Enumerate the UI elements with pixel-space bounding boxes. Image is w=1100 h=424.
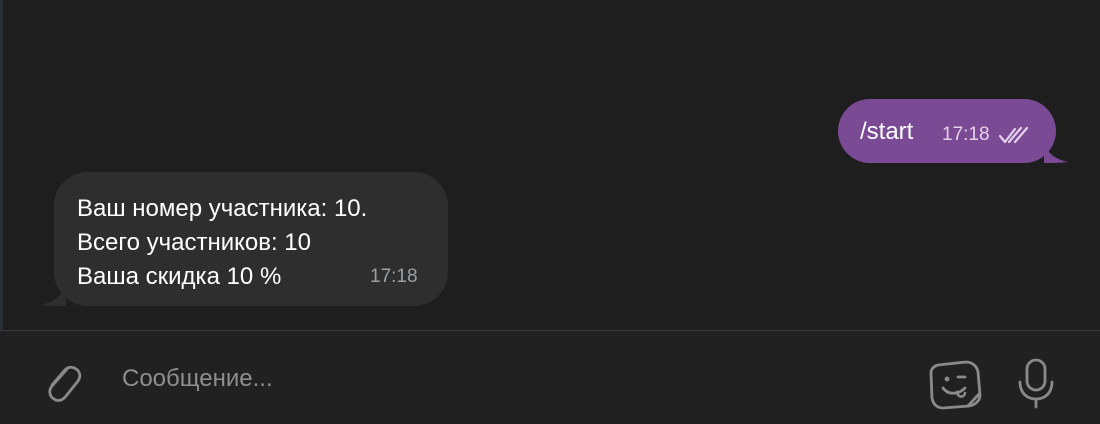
composer-bar xyxy=(0,330,1100,424)
double-check-icon xyxy=(998,126,1029,144)
message-time: 17:18 xyxy=(942,124,990,145)
message-line: Всего участников: 10 xyxy=(77,229,311,256)
bubble-tail-icon xyxy=(1044,143,1068,163)
message-input[interactable] xyxy=(122,359,882,399)
microphone-icon[interactable] xyxy=(1014,355,1058,411)
message-line: Ваша скидка 10 % xyxy=(77,263,282,290)
message-text: /start xyxy=(860,118,914,145)
paperclip-icon[interactable] xyxy=(38,359,84,405)
bubble-tail-icon xyxy=(40,284,66,306)
sticker-icon[interactable] xyxy=(928,357,984,411)
message-list[interactable]: /start 17:18 Ваш номер участника: 10. Вс… xyxy=(0,0,1100,330)
chat-window: /start 17:18 Ваш номер участника: 10. Вс… xyxy=(0,0,1100,424)
message-line: Ваш номер участника: 10. xyxy=(77,195,368,222)
outgoing-message[interactable]: /start 17:18 xyxy=(838,99,1068,163)
message-time: 17:18 xyxy=(370,266,418,287)
incoming-message[interactable]: Ваш номер участника: 10. Всего участнико… xyxy=(40,172,448,306)
